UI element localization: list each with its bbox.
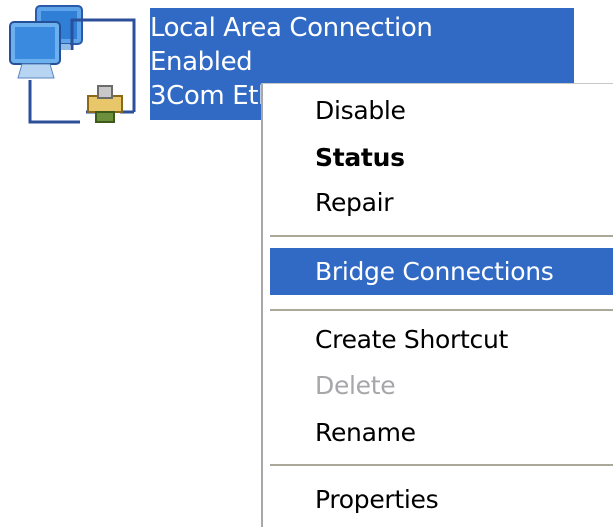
menu-item-create-shortcut[interactable]: Create Shortcut — [270, 316, 613, 363]
connection-name: Local Area Connection — [150, 13, 433, 43]
menu-item-properties[interactable]: Properties — [270, 476, 613, 523]
menu-separator — [270, 235, 613, 237]
menu-item-bridge-connections[interactable]: Bridge Connections — [270, 248, 613, 295]
menu-separator — [270, 309, 613, 311]
context-menu: Disable Status Repair Bridge Connections… — [261, 83, 613, 527]
connection-status: Enabled — [150, 47, 253, 77]
menu-item-rename[interactable]: Rename — [270, 409, 613, 456]
menu-item-delete[interactable]: Delete — [270, 362, 613, 409]
menu-item-repair[interactable]: Repair — [270, 179, 613, 226]
menu-item-disable[interactable]: Disable — [270, 87, 613, 134]
menu-item-status[interactable]: Status — [270, 134, 613, 181]
network-connection-icon[interactable] — [0, 0, 150, 132]
menu-separator — [270, 464, 613, 466]
